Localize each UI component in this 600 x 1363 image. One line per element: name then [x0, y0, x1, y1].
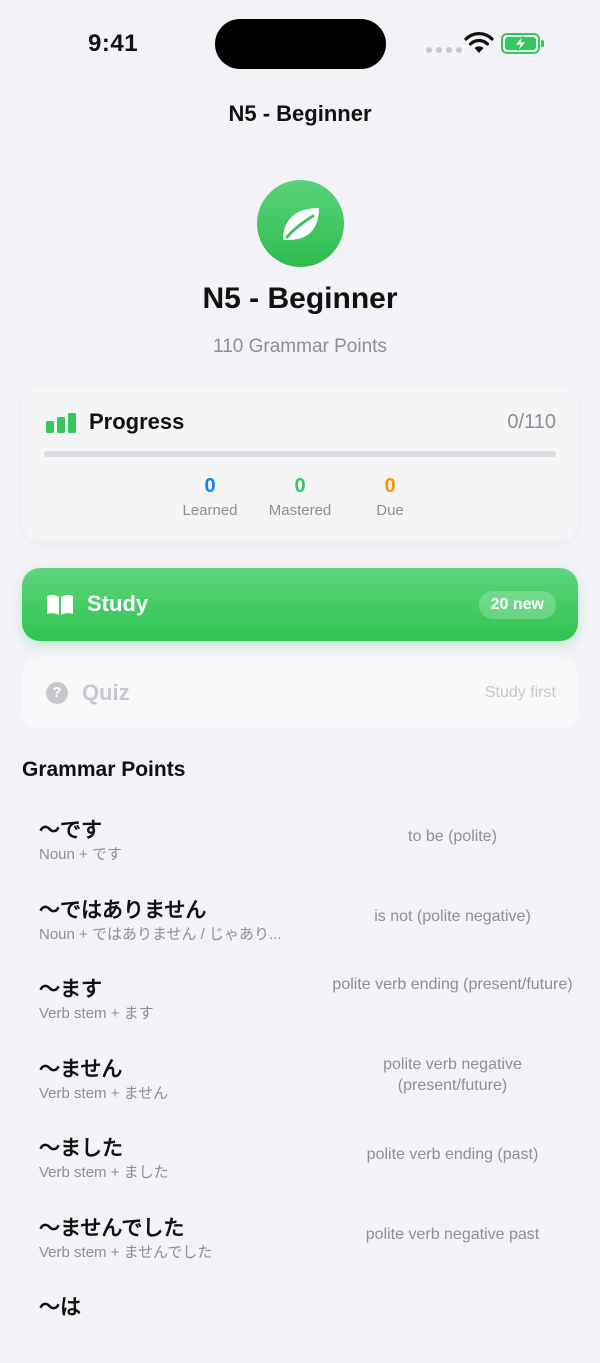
stat-learned: 0 Learned — [175, 475, 245, 519]
stat-value: 0 — [204, 475, 216, 497]
grammar-structure: Verb stem + ませんでした — [39, 1243, 213, 1261]
grammar-structure: Verb stem + ません — [39, 1084, 169, 1102]
progress-card: Progress 0/110 0 Learned 0 Mastered 0 Du… — [22, 387, 578, 541]
grammar-row[interactable]: ～ます Verb stem + ます polite verb ending (p… — [0, 965, 600, 1045]
leaf-icon — [282, 207, 319, 240]
progress-count: 0/110 — [507, 411, 556, 433]
cellular-signal-icon — [426, 47, 462, 53]
grammar-pattern: ～ます — [39, 978, 102, 1001]
stat-label: Mastered — [268, 502, 332, 519]
stat-mastered: 0 Mastered — [265, 475, 335, 519]
study-label: Study — [87, 591, 149, 616]
section-title: Grammar Points — [22, 758, 186, 781]
dynamic-island — [215, 19, 386, 69]
grammar-row[interactable]: ～ではありません Noun + ではありません / じゃあり... is not… — [0, 886, 600, 966]
grammar-pattern: ～は — [39, 1296, 81, 1319]
stat-label: Learned — [182, 502, 238, 519]
grammar-pattern: ～ではありません — [39, 898, 207, 922]
quiz-label: Quiz — [82, 680, 130, 705]
grammar-row[interactable]: ～ませんでした Verb stem + ませんでした polite verb n… — [0, 1204, 600, 1284]
grammar-row[interactable]: ～です Noun + です to be (polite) — [0, 806, 600, 886]
grammar-pattern: ～ませんでした — [39, 1216, 185, 1240]
nav-title: N5 - Beginner — [228, 101, 372, 126]
progress-label: Progress — [89, 409, 185, 434]
level-subtitle: 110 Grammar Points — [213, 336, 387, 357]
battery-charging-icon — [501, 33, 544, 54]
stat-label: Due — [376, 502, 404, 519]
wifi-icon — [464, 32, 494, 53]
bar-chart-icon — [46, 413, 76, 433]
grammar-meaning: is not (polite negative) — [374, 907, 531, 925]
grammar-pattern: ～ました — [39, 1137, 123, 1160]
grammar-pattern: ～ません — [39, 1057, 123, 1081]
grammar-meaning: polite verb ending (past) — [366, 1146, 539, 1163]
new-count-badge: 20 new — [478, 591, 556, 619]
grammar-list: ～です Noun + です to be (polite) ～ではありません No… — [0, 806, 600, 1363]
grammar-pattern: ～です — [39, 819, 102, 842]
grammar-structure: Verb stem + ました — [39, 1164, 169, 1181]
level-badge — [257, 180, 344, 267]
stat-due: 0 Due — [355, 475, 425, 519]
grammar-meaning: polite verb negative past — [365, 1225, 540, 1243]
grammar-row[interactable]: ～ました Verb stem + ました polite verb ending … — [0, 1124, 600, 1204]
level-title: N5 - Beginner — [202, 282, 398, 315]
grammar-meaning: polite verb ending (present/future) — [332, 976, 573, 993]
progress-bar — [44, 451, 556, 457]
book-icon — [47, 594, 73, 615]
grammar-row[interactable]: ～は — [0, 1283, 600, 1363]
grammar-structure: Noun + です — [39, 846, 122, 863]
stat-value: 0 — [294, 475, 306, 497]
grammar-structure: Verb stem + ます — [39, 1005, 154, 1022]
grammar-meaning: polite verb negative (present/future) — [383, 1055, 522, 1094]
progress-stats: 0 Learned 0 Mastered 0 Due — [22, 475, 578, 519]
study-button[interactable]: Study 20 new — [22, 568, 578, 641]
grammar-row[interactable]: ～ません Verb stem + ません polite verb negativ… — [0, 1045, 600, 1125]
status-bar: 9:41 — [0, 0, 600, 90]
question-icon: ? — [46, 682, 68, 704]
status-time: 9:41 — [88, 30, 139, 57]
stat-value: 0 — [384, 475, 396, 497]
grammar-meaning: to be (polite) — [408, 828, 497, 845]
quiz-hint: Study first — [484, 684, 556, 701]
grammar-structure: Noun + ではありません / じゃあり... — [39, 925, 282, 943]
quiz-button[interactable]: ? Quiz Study first — [22, 657, 578, 729]
